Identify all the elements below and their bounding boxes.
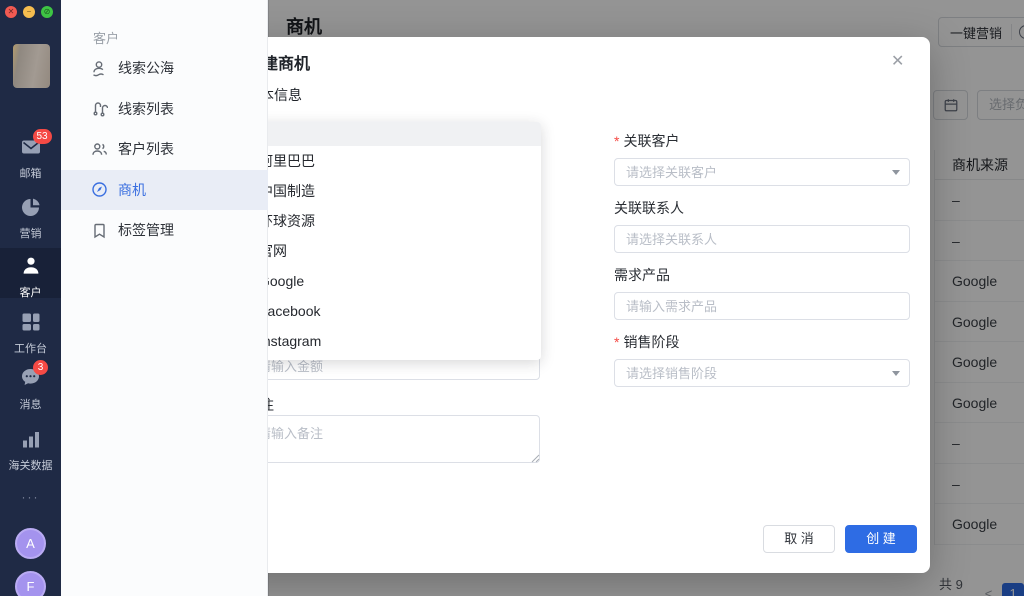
- dropdown-option[interactable]: 官网: [247, 236, 541, 266]
- related-customer-select[interactable]: [614, 158, 910, 186]
- secondary-sidebar: 客户 线索公海 线索列表 客户列表 商机 标签管理: [61, 0, 268, 596]
- dropdown-option[interactable]: 环球资源: [247, 206, 541, 236]
- sidebar-item-label: 线索公海: [118, 60, 174, 76]
- sidebar-item-label: 邮箱: [19, 168, 42, 180]
- pie-chart-icon: [20, 196, 42, 223]
- chevron-down-icon: [892, 371, 900, 376]
- sidebar-item-opportunities[interactable]: 商机: [61, 169, 268, 210]
- related-customer-label: 关联客户: [623, 133, 680, 149]
- dropdown-option[interactable]: Google: [247, 266, 541, 296]
- mail-unread-badge: 53: [32, 129, 52, 144]
- sidebar-item-customers[interactable]: 客户: [0, 248, 61, 299]
- sidebar-item-workbench[interactable]: 工作台: [0, 311, 61, 356]
- opportunity-icon: [92, 182, 107, 197]
- user-profile-photo[interactable]: [13, 44, 50, 88]
- close-icon[interactable]: ✕: [891, 51, 904, 71]
- window-controls: ✕ − ⊘: [5, 6, 53, 18]
- sidebar-item-messages[interactable]: 3 消息: [0, 360, 61, 412]
- related-contact-label: 关联联系人: [614, 200, 684, 216]
- grid-icon: [20, 311, 42, 338]
- required-marker: *: [614, 334, 620, 350]
- messages-unread-badge: 3: [33, 360, 48, 375]
- cancel-button[interactable]: 取 消: [763, 525, 835, 553]
- sidebar-item-mail[interactable]: 53 邮箱: [0, 129, 61, 181]
- new-opportunity-modal: 新建商机 ✕ 基本信息 备注 阿里巴巴 中国制造 环球资源 官网 Google …: [225, 37, 930, 573]
- person-wave-icon: [93, 60, 104, 76]
- resize-grip-icon[interactable]: [531, 454, 540, 463]
- sidebar-item-marketing[interactable]: 营销: [0, 196, 61, 241]
- sidebar-item-label: 消息: [19, 399, 42, 411]
- sales-stage-label: 销售阶段: [623, 334, 680, 350]
- minimize-window-button[interactable]: −: [23, 6, 35, 18]
- account-avatar-a[interactable]: A: [15, 528, 46, 559]
- source-dropdown-menu: 阿里巴巴 中国制造 环球资源 官网 Google Facebook Instag…: [247, 122, 541, 360]
- main-sidebar: ✕ − ⊘ 53 邮箱 营销 客户 工作台 3 消息 海关数据 ··· A F: [0, 0, 61, 596]
- dropdown-option[interactable]: 阿里巴巴: [247, 146, 541, 176]
- zoom-window-button[interactable]: ⊘: [41, 6, 53, 18]
- related-contact-input[interactable]: [614, 225, 910, 253]
- dropdown-option-empty[interactable]: [247, 122, 541, 146]
- sidebar-item-label: 海关数据: [8, 460, 53, 472]
- chat-bubble-icon: 3: [19, 360, 48, 394]
- sidebar-item-label: 商机: [118, 181, 146, 198]
- sales-stage-select[interactable]: [614, 359, 910, 387]
- bookmark-icon: [94, 223, 105, 238]
- field-related-customer: * 关联客户: [614, 131, 910, 186]
- notes-textarea[interactable]: [246, 415, 540, 463]
- account-avatar-f[interactable]: F: [15, 571, 46, 596]
- required-marker: *: [614, 133, 620, 149]
- sidebar-item-label: 营销: [19, 228, 42, 240]
- person-icon: [20, 255, 42, 282]
- field-sales-stage: * 销售阶段: [614, 332, 910, 387]
- sidebar-item-label: 标签管理: [118, 222, 174, 238]
- mail-icon: 53: [20, 129, 52, 163]
- sidebar-item-label: 线索列表: [118, 100, 174, 117]
- sidebar-item-label: 客户列表: [118, 141, 174, 157]
- sidebar-item-lead-pool[interactable]: 线索公海: [61, 48, 268, 88]
- sidebar-item-customer-list[interactable]: 客户列表: [61, 129, 268, 169]
- close-window-button[interactable]: ✕: [5, 6, 17, 18]
- app-window: ✕ − ⊘ 53 邮箱 营销 客户 工作台 3 消息 海关数据 ··· A F …: [0, 0, 1024, 596]
- sidebar-item-label: 客户: [19, 287, 42, 299]
- dropdown-option[interactable]: 中国制造: [247, 176, 541, 206]
- bar-chart-icon: [20, 428, 42, 455]
- more-options-icon[interactable]: ···: [0, 490, 61, 504]
- demand-product-label: 需求产品: [614, 267, 670, 283]
- secondary-sidebar-header: 客户: [93, 31, 120, 46]
- sidebar-item-customs-data[interactable]: 海关数据: [0, 428, 61, 473]
- leads-icon: [93, 102, 108, 117]
- sidebar-item-tag-management[interactable]: 标签管理: [61, 210, 268, 250]
- chevron-down-icon: [892, 170, 900, 175]
- field-demand-product: 需求产品: [614, 265, 910, 320]
- dropdown-option[interactable]: Facebook: [247, 296, 541, 326]
- dropdown-option[interactable]: Instagram: [247, 326, 541, 356]
- field-related-contact: 关联联系人: [614, 198, 910, 253]
- people-icon: [92, 142, 107, 155]
- sidebar-item-label: 工作台: [14, 343, 47, 355]
- demand-product-input[interactable]: [614, 292, 910, 320]
- create-button[interactable]: 创 建: [845, 525, 917, 553]
- sidebar-item-lead-list[interactable]: 线索列表: [61, 89, 268, 129]
